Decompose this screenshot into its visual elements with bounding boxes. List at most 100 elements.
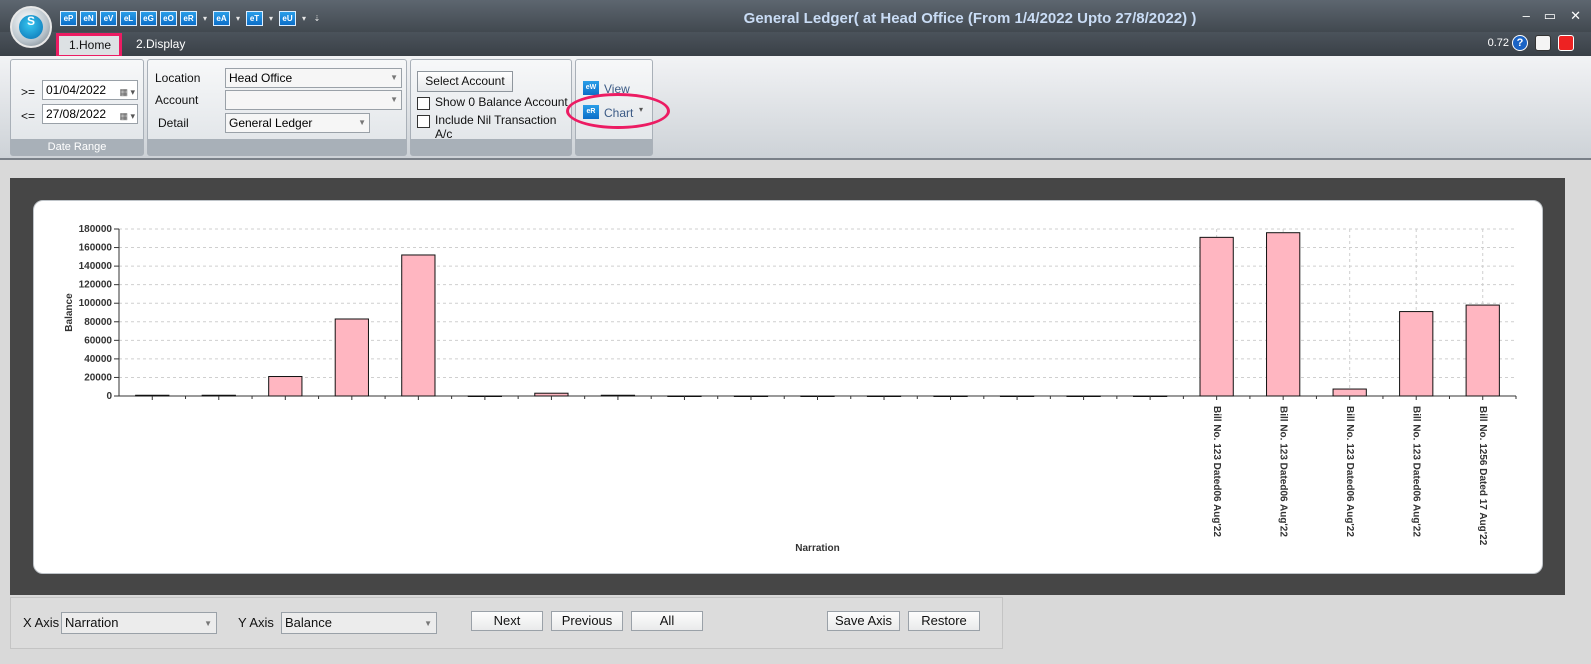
detail-select[interactable]: General Ledger ▼ [225,113,370,133]
bar [1199,236,1234,397]
y-tick-label: 60000 [84,335,112,346]
quick-access-button[interactable]: eR [180,10,197,26]
ribbon-tabs: 1.Home 2.Display [0,32,1591,58]
close-button[interactable]: ✕ [1570,8,1581,24]
calendar-icon[interactable]: ▦ ▾ [115,107,135,121]
quick-access-button[interactable]: eL [120,10,137,26]
bar [135,394,170,397]
x-tick-label: Bill No. 123 Dated06 Aug'22 [1278,406,1289,537]
save-axis-button[interactable]: Save Axis [827,611,900,631]
date-range-group: >= <= 01/04/2022 ▦ ▾ 27/08/2022 ▦ ▾ Date… [10,59,144,156]
chevron-down-icon[interactable]: ▾ [266,14,276,23]
detail-label: Detail [158,116,189,130]
quick-access-button[interactable]: eA [213,10,230,26]
bar [268,376,303,397]
x-axis-title: Narration [795,543,839,554]
bar [1465,304,1500,397]
detail-value: General Ledger [229,116,313,130]
minimize-button[interactable]: – [1523,8,1530,24]
chevron-down-icon: ▼ [358,118,366,127]
help-icon[interactable]: ? [1512,35,1528,51]
view-group-label [576,139,652,155]
location-select[interactable]: Head Office ▼ [225,68,402,88]
y-tick-label: 80000 [84,317,112,328]
include-nil-label: Include Nil Transaction A/c [435,113,557,141]
customize-toolbar-icon[interactable]: ⇣ [312,14,322,23]
restore-button[interactable]: Restore [908,611,980,631]
bar [334,318,369,397]
chevron-down-icon: ▼ [204,619,212,628]
next-button[interactable]: Next [471,611,543,631]
all-button[interactable]: All [631,611,703,631]
quick-access-button[interactable]: eV [100,10,117,26]
previous-button[interactable]: Previous [551,611,623,631]
from-date-field[interactable]: 01/04/2022 ▦ ▾ [42,80,138,100]
tab-display[interactable]: 2.Display [126,33,195,58]
chevron-down-icon[interactable]: ▾ [299,14,309,23]
y-tick-label: 120000 [79,280,113,291]
quick-access-button[interactable]: eN [80,10,97,26]
include-nil-checkbox[interactable] [417,115,430,128]
bar [600,394,636,397]
show-zero-balance-checkbox[interactable] [417,97,430,110]
ribbon: >= <= 01/04/2022 ▦ ▾ 27/08/2022 ▦ ▾ Date… [0,56,1591,160]
chevron-down-icon: ▼ [390,73,398,82]
from-date-value: 01/04/2022 [46,83,107,97]
quick-access-button[interactable]: eT [246,10,263,26]
title-bar: eP eN eV eL eG eO eR ▾ eA ▾ eT ▾ eU ▾ ⇣ General Ledger… [0,0,1591,36]
y-tick-label: 180000 [79,224,113,235]
x-tick-label: Bill No. 1256 Dated 17 Aug'22 [1477,406,1488,546]
show-zero-balance-label: Show 0 Balance Account [435,95,568,109]
x-tick-label: Bill No. 123 Dated06 Aug'22 [1411,406,1422,537]
quick-access-button[interactable]: eP [60,10,77,26]
account-label: Account [155,93,199,107]
y-axis-label: Y Axis [238,615,274,630]
filters-group: Location Account Detail Head Office ▼ ▼ … [147,59,407,156]
y-tick-label: 100000 [79,298,113,309]
to-date-field[interactable]: 27/08/2022 ▦ ▾ [42,104,138,124]
account-select[interactable]: ▼ [225,90,402,110]
chevron-down-icon: ▼ [390,95,398,104]
app-logo-letter: S [19,15,43,39]
y-tick-label: 140000 [79,261,113,272]
x-axis-label: X Axis [23,615,60,630]
location-label: Location [155,71,201,85]
chevron-down-icon[interactable]: ▾ [200,14,210,23]
x-tick-label: Bill No. 123 Dated06 Aug'22 [1211,406,1222,537]
y-tick-label: 40000 [84,354,112,365]
maximize-button[interactable]: ▭ [1544,8,1556,24]
from-label: >= [21,85,36,99]
y-tick-label: 20000 [84,372,112,383]
pdf-icon[interactable] [1558,35,1574,51]
y-axis-value: Balance [285,615,332,630]
chevron-down-icon[interactable]: ▾ [233,14,243,23]
y-tick-label: 160000 [79,243,113,254]
to-label: <= [21,109,36,123]
quick-access-button[interactable]: eG [140,10,157,26]
quick-access-button[interactable]: eO [160,10,177,26]
chart-panel: 0 20000 40000 60000 80000 100000 120000 140000 1… [33,200,1543,574]
view-icon: eW [583,81,599,95]
document-icon[interactable] [1535,35,1551,51]
calendar-icon[interactable]: ▦ ▾ [115,83,135,97]
y-axis-title: Balance [64,293,75,332]
app-logo-icon[interactable]: S [10,6,52,48]
x-axis-value: Narration [65,615,119,630]
filters-group-label [148,139,406,155]
quick-access-button[interactable]: eU [279,10,296,26]
y-axis-select[interactable]: Balance ▼ [281,612,437,634]
location-value: Head Office [229,71,293,85]
bar [1332,388,1367,397]
date-range-label: Date Range [11,139,143,155]
chart-highlight-ring [566,93,670,129]
options-group-label [411,139,571,155]
bar [534,392,569,397]
chart-container: 0 20000 40000 60000 80000 100000 120000 140000 1… [10,178,1565,595]
to-date-value: 27/08/2022 [46,107,107,121]
axis-toolbar: X Axis Narration ▼ Y Axis Balance ▼ Next… [10,597,1003,649]
x-axis-select[interactable]: Narration ▼ [61,612,217,634]
select-account-button[interactable]: Select Account [417,71,513,92]
zoom-level: 0.72 [1487,37,1509,49]
tab-home[interactable]: 1.Home [56,33,122,58]
window-title: General Ledger( at Head Office (From 1/4… [743,10,1197,27]
